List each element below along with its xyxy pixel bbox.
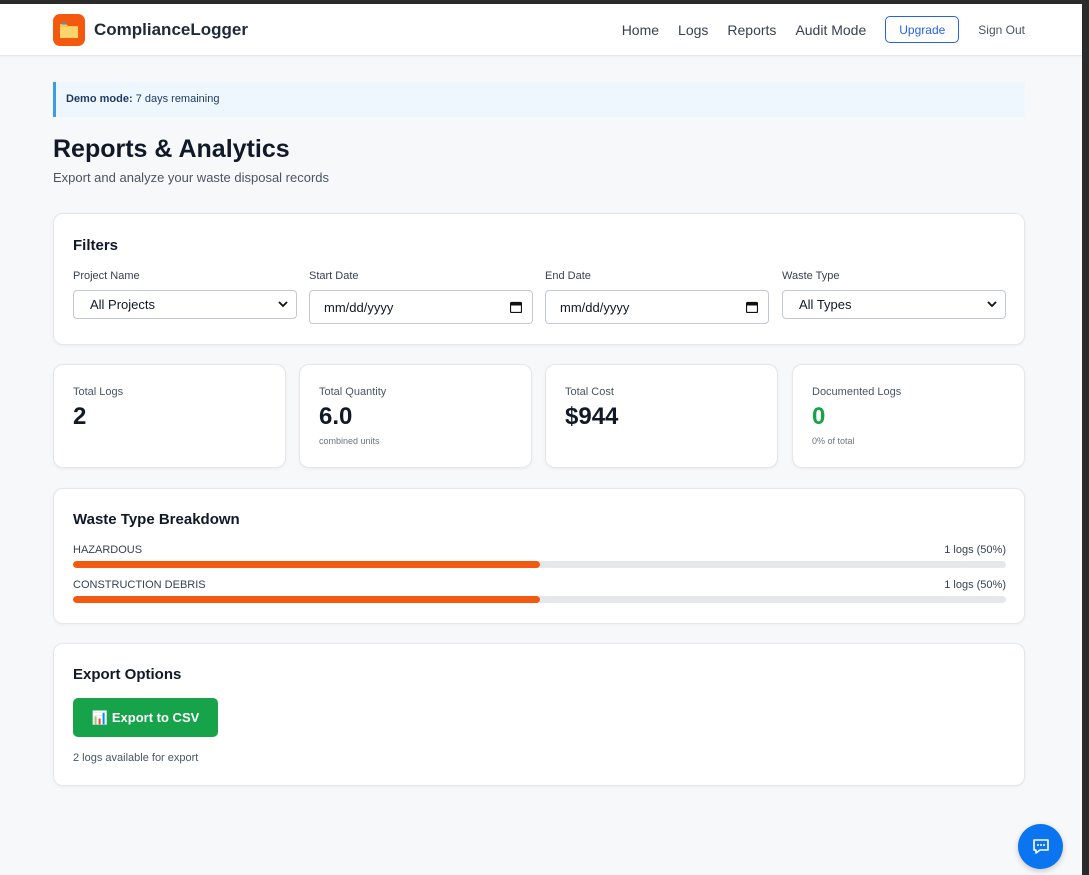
nav-audit-mode[interactable]: Audit Mode <box>795 22 866 38</box>
waste-type-select-value: All Types <box>799 297 852 312</box>
demo-banner: Demo mode: 7 days remaining <box>53 82 1025 117</box>
project-filter: Project Name All Projects <box>73 270 297 319</box>
stat-label: Total Quantity <box>319 386 387 398</box>
breakdown-bar-fill <box>73 596 540 603</box>
top-navbar: ComplianceLogger Home Logs Reports Audit… <box>0 4 1082 56</box>
stat-label: Total Logs <box>73 386 124 398</box>
nav-logs[interactable]: Logs <box>678 22 708 38</box>
start-date-label: Start Date <box>309 270 359 282</box>
waste-type-label: Waste Type <box>782 270 840 282</box>
brand[interactable]: ComplianceLogger <box>53 14 248 46</box>
breakdown-label: CONSTRUCTION DEBRIS <box>73 579 206 591</box>
stat-label: Total Cost <box>565 386 614 398</box>
export-csv-label: Export to CSV <box>111 710 200 725</box>
start-date-filter: Start Date mm/dd/yyyy <box>309 270 533 324</box>
end-date-input[interactable]: mm/dd/yyyy <box>545 290 769 324</box>
export-options-card: Export Options 📊 Export to CSV 2 logs av… <box>53 643 1025 786</box>
breakdown-title: Waste Type Breakdown <box>73 511 240 528</box>
folder-logo-icon <box>53 14 85 46</box>
main-nav: Home Logs Reports Audit Mode Upgrade Sig… <box>622 16 1025 43</box>
stat-note: 0% of total <box>812 436 855 446</box>
stat-value: 0 <box>812 403 826 430</box>
page-title: Reports & Analytics <box>53 135 290 163</box>
breakdown-row-construction-debris: CONSTRUCTION DEBRIS 1 logs (50%) <box>73 579 1006 603</box>
page-subtitle: Export and analyze your waste disposal r… <box>53 170 330 185</box>
filters-title: Filters <box>73 237 119 254</box>
breakdown-bar-fill <box>73 561 540 568</box>
start-date-input[interactable]: mm/dd/yyyy <box>309 290 533 324</box>
calendar-icon[interactable] <box>746 301 758 313</box>
end-date-filter: End Date mm/dd/yyyy <box>545 270 769 324</box>
stat-value: 2 <box>73 403 87 430</box>
end-date-label: End Date <box>545 270 591 282</box>
stat-value: 6.0 <box>319 403 353 430</box>
stat-value: $944 <box>565 403 619 430</box>
sign-out-link[interactable]: Sign Out <box>978 23 1025 37</box>
breakdown-count: 1 logs (50%) <box>944 544 1006 556</box>
stat-card-documented-logs: Documented Logs 0 0% of total <box>792 364 1025 468</box>
waste-type-select[interactable]: All Types <box>782 290 1006 319</box>
breakdown-track <box>73 596 1006 603</box>
chevron-down-icon <box>278 301 288 308</box>
export-csv-button[interactable]: 📊 Export to CSV <box>73 698 218 737</box>
window-right-border <box>1082 4 1089 875</box>
project-select-value: All Projects <box>90 297 156 312</box>
upgrade-button[interactable]: Upgrade <box>885 16 960 43</box>
project-filter-label: Project Name <box>73 270 140 282</box>
stat-card-total-cost: Total Cost $944 <box>545 364 778 468</box>
project-select[interactable]: All Projects <box>73 290 297 319</box>
breakdown-track <box>73 561 1006 568</box>
chat-button[interactable] <box>1018 824 1063 869</box>
chevron-down-icon <box>987 301 997 308</box>
breakdown-label: HAZARDOUS <box>73 544 143 556</box>
app-name: ComplianceLogger <box>94 20 248 39</box>
demo-banner-text: 7 days remaining <box>135 93 220 105</box>
stat-label: Documented Logs <box>812 386 902 398</box>
nav-reports[interactable]: Reports <box>727 22 776 38</box>
chat-icon <box>1032 839 1049 854</box>
waste-type-filter: Waste Type All Types <box>782 270 1006 319</box>
export-title: Export Options <box>73 666 182 683</box>
waste-breakdown-card: Waste Type Breakdown HAZARDOUS 1 logs (5… <box>53 488 1025 624</box>
stat-note: combined units <box>319 436 380 446</box>
filters-card: Filters Project Name All Projects Start … <box>53 213 1025 345</box>
demo-banner-label: Demo mode: <box>66 93 133 105</box>
breakdown-count: 1 logs (50%) <box>944 579 1006 591</box>
start-date-value: mm/dd/yyyy <box>324 299 394 315</box>
bar-chart-icon: 📊 <box>91 709 108 725</box>
stat-card-total-quantity: Total Quantity 6.0 combined units <box>299 364 532 468</box>
calendar-icon[interactable] <box>510 301 522 313</box>
export-note: 2 logs available for export <box>73 752 199 764</box>
end-date-value: mm/dd/yyyy <box>560 299 630 315</box>
nav-home[interactable]: Home <box>622 22 659 38</box>
breakdown-row-hazardous: HAZARDOUS 1 logs (50%) <box>73 544 1006 568</box>
stat-card-total-logs: Total Logs 2 <box>53 364 286 468</box>
